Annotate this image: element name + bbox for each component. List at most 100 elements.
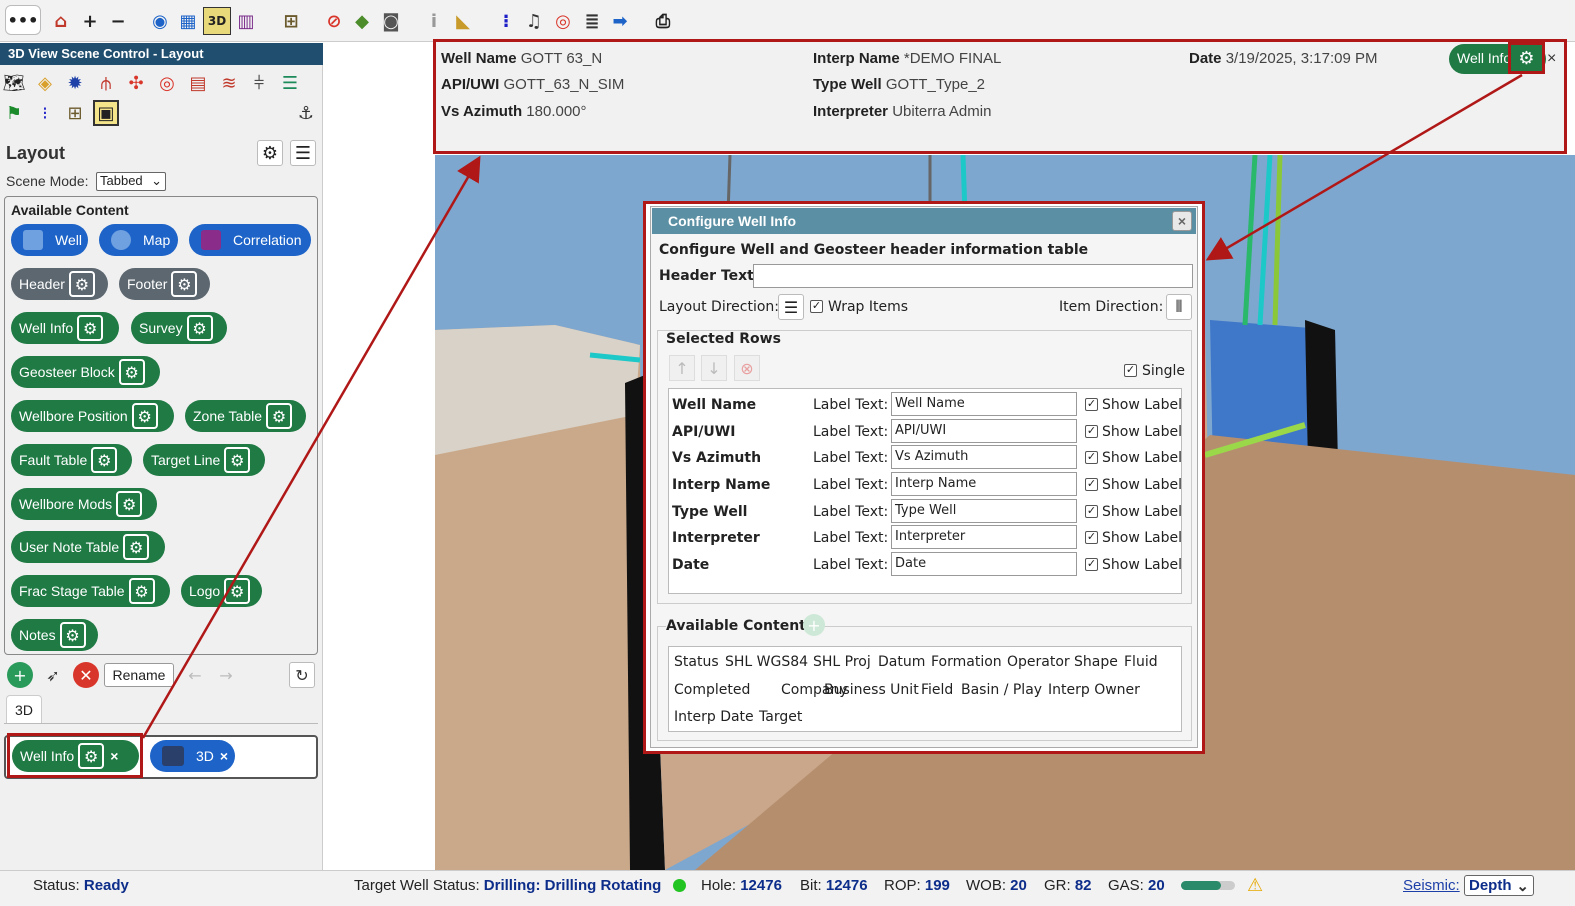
- show-label-checkbox[interactable]: ✓: [1085, 505, 1098, 518]
- show-label-caption: Show Label: [1102, 397, 1182, 413]
- status-dot-icon: [673, 879, 686, 892]
- show-label-checkbox[interactable]: ✓: [1085, 558, 1098, 571]
- row-name: Date: [672, 557, 710, 573]
- status-label: Status:: [33, 877, 80, 894]
- label-text-caption: Label Text:: [813, 504, 889, 520]
- bit-label: Bit:: [800, 877, 822, 894]
- single-label: Single: [1142, 363, 1186, 379]
- wrap-items-checkbox[interactable]: ✓: [810, 300, 823, 313]
- content-tag[interactable]: Shape: [1074, 654, 1118, 670]
- label-text-caption: Label Text:: [813, 397, 889, 413]
- gas-value: 20: [1148, 877, 1165, 894]
- hole-value: 12476: [740, 877, 782, 894]
- rop-item: ROP: 199: [884, 877, 950, 894]
- remove-row-icon[interactable]: ⊗: [734, 355, 760, 381]
- target-status-item: Target Well Status: Drilling: Drilling R…: [354, 877, 661, 894]
- item-direction-label: Item Direction:: [1059, 299, 1164, 315]
- seismic-select[interactable]: Depth ⌄: [1464, 875, 1534, 896]
- content-tag[interactable]: SHL Proj: [813, 654, 871, 670]
- show-label-caption: Show Label: [1102, 557, 1182, 573]
- content-tag[interactable]: SHL WGS84: [725, 654, 808, 670]
- content-tag[interactable]: Field: [921, 682, 953, 698]
- gas-meter-fill: [1181, 881, 1221, 890]
- status-bar: [0, 870, 1575, 906]
- status-item: Status: Ready: [33, 877, 129, 894]
- row-name: API/UWI: [672, 424, 736, 440]
- label-text-input[interactable]: Date: [891, 552, 1077, 576]
- content-tag[interactable]: Operator: [1007, 654, 1070, 670]
- row-name: Vs Azimuth: [672, 450, 762, 466]
- label-text-input[interactable]: Well Name: [891, 392, 1077, 416]
- label-text-caption: Label Text:: [813, 477, 889, 493]
- row-name: Well Name: [672, 397, 757, 413]
- selected-rows-title: Selected Rows: [666, 331, 781, 347]
- bit-value: 12476: [825, 877, 868, 894]
- chevron-down-icon: ⌄: [1516, 878, 1529, 895]
- label-text-caption: Label Text:: [813, 450, 889, 466]
- wob-label: WOB:: [966, 877, 1006, 894]
- single-checkbox[interactable]: ✓: [1124, 364, 1137, 377]
- layout-direction-label: Layout Direction:: [659, 299, 780, 315]
- show-label-caption: Show Label: [1102, 504, 1182, 520]
- gas-meter: [1181, 881, 1235, 890]
- show-label-caption: Show Label: [1102, 530, 1182, 546]
- label-text-caption: Label Text:: [813, 424, 889, 440]
- wrap-items-label: Wrap Items: [828, 299, 909, 315]
- status-value: Ready: [83, 877, 129, 894]
- dialog-title: Configure Well Info: [652, 208, 1196, 234]
- header-text-input[interactable]: [753, 264, 1193, 288]
- warning-icon[interactable]: ⚠: [1247, 875, 1263, 896]
- label-text-input[interactable]: Vs Azimuth: [891, 445, 1077, 469]
- content-tag[interactable]: Interp Owner: [1048, 682, 1140, 698]
- hole-label: Hole:: [701, 877, 737, 894]
- close-icon[interactable]: ×: [1172, 211, 1192, 231]
- content-tag[interactable]: Target: [759, 709, 802, 725]
- gr-item: GR: 82: [1044, 877, 1092, 894]
- content-tag[interactable]: Basin / Play: [961, 682, 1042, 698]
- content-tag[interactable]: Fluid: [1124, 654, 1158, 670]
- content-tag[interactable]: Formation: [931, 654, 1002, 670]
- row-name: Type Well: [672, 504, 748, 520]
- show-label-caption: Show Label: [1102, 477, 1182, 493]
- arrow-line: [1205, 73, 1523, 261]
- move-down-icon[interactable]: ↓: [701, 355, 727, 381]
- add-icon[interactable]: +: [803, 614, 825, 636]
- content-tag[interactable]: Status: [674, 654, 719, 670]
- header-text-label: Header Text: [659, 268, 754, 284]
- content-tag[interactable]: Completed: [674, 682, 750, 698]
- label-text-input[interactable]: API/UWI: [891, 419, 1077, 443]
- seismic-link[interactable]: Seismic:: [1403, 877, 1460, 894]
- show-label-caption: Show Label: [1102, 424, 1182, 440]
- item-direction-icon[interactable]: ⫴: [1166, 294, 1192, 320]
- layout-direction-icon[interactable]: ☰: [778, 294, 804, 320]
- dialog-available-content-title: Available Content: [666, 618, 810, 634]
- show-label-checkbox[interactable]: ✓: [1085, 451, 1098, 464]
- wob-item: WOB: 20: [966, 877, 1027, 894]
- content-tag[interactable]: Datum: [878, 654, 925, 670]
- hole-item: Hole: 12476: [701, 877, 782, 894]
- gas-label: GAS:: [1108, 877, 1144, 894]
- content-tag[interactable]: Interp Date: [674, 709, 754, 725]
- label-text-caption: Label Text:: [813, 530, 889, 546]
- label-text-input[interactable]: Interp Name: [891, 472, 1077, 496]
- content-tag[interactable]: Business Unit: [824, 682, 919, 698]
- row-name: Interp Name: [672, 477, 771, 493]
- label-text-input[interactable]: Type Well: [891, 499, 1077, 523]
- move-up-icon[interactable]: ↑: [669, 355, 695, 381]
- show-label-checkbox[interactable]: ✓: [1085, 531, 1098, 544]
- gr-value: 82: [1074, 877, 1092, 894]
- show-label-checkbox[interactable]: ✓: [1085, 478, 1098, 491]
- label-text-input[interactable]: Interpreter: [891, 525, 1077, 549]
- row-name: Interpreter: [672, 530, 760, 546]
- bit-item: Bit: 12476: [800, 877, 868, 894]
- show-label-checkbox[interactable]: ✓: [1085, 398, 1098, 411]
- rop-value: 199: [924, 877, 950, 894]
- show-label-checkbox[interactable]: ✓: [1085, 425, 1098, 438]
- gas-item: GAS: 20: [1108, 877, 1165, 894]
- arrow-line: [141, 155, 481, 739]
- rop-label: ROP:: [884, 877, 921, 894]
- gr-label: GR:: [1044, 877, 1071, 894]
- dialog-subtitle: Configure Well and Geosteer header infor…: [659, 242, 1089, 258]
- label-text-caption: Label Text:: [813, 557, 889, 573]
- target-status-value: Drilling: Drilling Rotating: [483, 877, 662, 894]
